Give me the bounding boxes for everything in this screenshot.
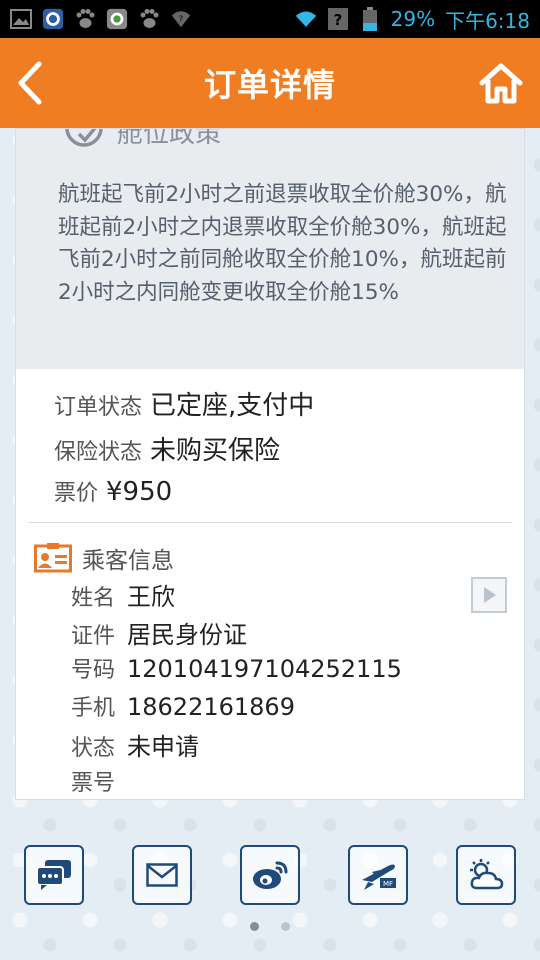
home-button[interactable] [476, 58, 526, 108]
back-button[interactable] [8, 58, 52, 108]
chat-button[interactable] [24, 845, 84, 905]
price-row: 票价 ¥950 [54, 475, 514, 520]
page-title: 订单详情 [203, 66, 336, 104]
state-value: 未申请 [127, 733, 199, 761]
back-arrow-icon [18, 61, 42, 105]
id-type-value: 居民身份证 [127, 620, 247, 649]
mail-button[interactable] [132, 845, 192, 905]
wifi-question-icon: ? [170, 8, 192, 30]
order-status-label: 订单状态 [54, 395, 143, 420]
id-card-icon [34, 543, 72, 573]
order-detail-card: 舱位政策 航班起飞前2小时之前退票收取全价舱30%，航班起前2小时之内退票收取全… [15, 128, 525, 800]
id-number-value: 120104197104252115 [127, 655, 402, 683]
home-icon [479, 63, 523, 104]
cabin-policy-section: 舱位政策 航班起飞前2小时之前退票收取全价舱30%，航班起前2小时之内退票收取全… [16, 128, 524, 369]
svg-text:MF: MF [383, 880, 393, 888]
browser-icon [42, 8, 64, 30]
paw-icon [74, 8, 96, 30]
page-dot[interactable] [281, 922, 290, 931]
weibo-icon [253, 861, 288, 889]
passenger-info-list: 姓名 王欣 证件 居民身份证 号码 120104197104252115 手机 … [71, 577, 451, 800]
passenger-id-type-row: 证件 居民身份证 [71, 615, 451, 653]
price-value: ¥950 [106, 477, 173, 507]
clock: 下午6:18 [445, 8, 530, 33]
insurance-status-row: 保险状态 未购买保险 [54, 430, 514, 475]
id-number-label: 号码 [71, 658, 116, 683]
mail-icon [146, 863, 178, 887]
passenger-detail-button[interactable] [471, 577, 507, 613]
passenger-section-title: 乘客信息 [82, 548, 174, 574]
policy-text: 航班起飞前2小时之前退票收取全价舱30%，航班起前2小时之内退票收取全价舱30%… [58, 182, 507, 305]
phone-value: 18622161869 [127, 692, 295, 721]
page-dot-active[interactable] [250, 922, 259, 931]
order-status-value: 已定座,支付中 [150, 391, 315, 421]
battery-icon [359, 7, 381, 31]
chat-icon [36, 860, 71, 890]
name-label: 姓名 [71, 586, 116, 611]
id-type-label: 证件 [71, 623, 116, 649]
status-bar: ? ? 29% 下午6:18 [0, 0, 540, 38]
signal-unknown-icon: ? [327, 8, 349, 30]
name-value: 王欣 [127, 583, 175, 611]
insurance-status-label: 保险状态 [54, 440, 143, 465]
order-info: 订单状态 已定座,支付中 保险状态 未购买保险 票价 ¥950 [54, 385, 514, 520]
passenger-name-row: 姓名 王欣 [71, 577, 451, 615]
app-icon [106, 8, 128, 30]
battery-percent: 29% [390, 7, 436, 31]
app-header: 订单详情 [0, 38, 540, 128]
divider [28, 522, 512, 523]
passenger-ticket-row: 票号 [71, 765, 451, 800]
play-arrow-icon [484, 587, 496, 603]
passenger-phone-row: 手机 18622161869 [71, 690, 451, 728]
weather-button[interactable] [456, 845, 516, 905]
paw-icon [138, 8, 160, 30]
policy-heading: 舱位政策 [61, 128, 222, 151]
order-status-row: 订单状态 已定座,支付中 [54, 385, 514, 430]
price-label: 票价 [54, 481, 99, 506]
flight-icon: MF [362, 864, 396, 890]
passenger-id-number-row: 号码 120104197104252115 [71, 652, 451, 690]
ticket-number-label: 票号 [71, 770, 116, 796]
phone-label: 手机 [71, 695, 116, 721]
weather-icon [470, 859, 504, 890]
gallery-icon [10, 8, 32, 30]
weibo-button[interactable] [240, 845, 300, 905]
policy-icon [65, 129, 103, 147]
policy-heading-label: 舱位政策 [117, 128, 222, 149]
svg-text:?: ? [179, 14, 183, 24]
wifi-icon [295, 8, 317, 30]
page-indicator [250, 922, 290, 931]
insurance-status-value: 未购买保险 [150, 436, 281, 466]
passenger-state-row: 状态 未申请 [71, 727, 451, 765]
passenger-section-header: 乘客信息 [34, 541, 174, 575]
state-label: 状态 [71, 736, 116, 761]
svg-text:?: ? [333, 11, 342, 29]
bottom-toolbar: MF [0, 845, 540, 907]
flight-button[interactable]: MF [348, 845, 408, 905]
